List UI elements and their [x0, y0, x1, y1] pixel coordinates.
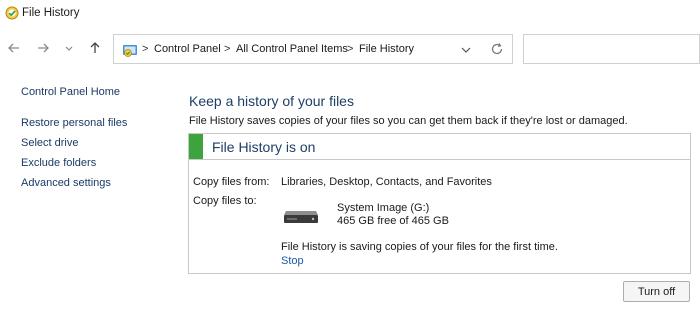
page-title: Keep a history of your files: [189, 93, 354, 109]
copy-from-label: Copy files from:: [193, 176, 270, 188]
breadcrumb-file-history[interactable]: File History: [359, 43, 414, 55]
copy-from-value: Libraries, Desktop, Contacts, and Favori…: [281, 176, 492, 188]
breadcrumb-separator: >: [347, 43, 354, 55]
title-bar: File History: [0, 0, 700, 27]
search-input[interactable]: [523, 34, 700, 64]
status-header: File History is on: [189, 134, 690, 160]
drive-space: 465 GB free of 465 GB: [337, 215, 449, 227]
status-text: File History is on: [212, 139, 316, 155]
sidebar-item-advanced-settings[interactable]: Advanced settings: [21, 177, 111, 189]
breadcrumb-all-control-panel-items[interactable]: All Control Panel Items: [236, 43, 348, 55]
status-accent-bar: [189, 134, 203, 159]
address-bar[interactable]: > Control Panel > All Control Panel Item…: [113, 34, 513, 64]
copy-to-label: Copy files to:: [193, 195, 257, 207]
up-arrow-icon[interactable]: [86, 39, 104, 57]
sidebar-item-exclude-folders[interactable]: Exclude folders: [21, 157, 96, 169]
window-title: File History: [22, 7, 80, 19]
stop-link[interactable]: Stop: [281, 255, 304, 267]
forward-arrow-icon[interactable]: [34, 39, 52, 57]
address-chevron-down-icon[interactable]: [459, 43, 473, 57]
breadcrumb-control-panel[interactable]: Control Panel: [154, 43, 221, 55]
breadcrumb-separator: >: [224, 43, 231, 55]
breadcrumb-separator: >: [142, 43, 149, 55]
hard-drive-icon: [284, 211, 318, 223]
turn-off-button[interactable]: Turn off: [623, 281, 690, 302]
status-panel: File History is on Copy files from: Libr…: [188, 133, 691, 274]
page-description: File History saves copies of your files …: [189, 115, 628, 127]
control-panel-icon: [123, 45, 137, 57]
sidebar-item-restore-personal-files[interactable]: Restore personal files: [21, 117, 127, 129]
drive-name: System Image (G:): [337, 202, 430, 214]
file-history-icon: [5, 6, 19, 20]
progress-message: File History is saving copies of your fi…: [281, 241, 558, 253]
back-arrow-icon[interactable]: [5, 39, 23, 57]
refresh-icon[interactable]: [490, 42, 504, 56]
sidebar-item-select-drive[interactable]: Select drive: [21, 137, 78, 149]
sidebar-control-panel-home[interactable]: Control Panel Home: [21, 86, 120, 98]
recent-locations-chevron-down-icon[interactable]: [60, 39, 78, 57]
